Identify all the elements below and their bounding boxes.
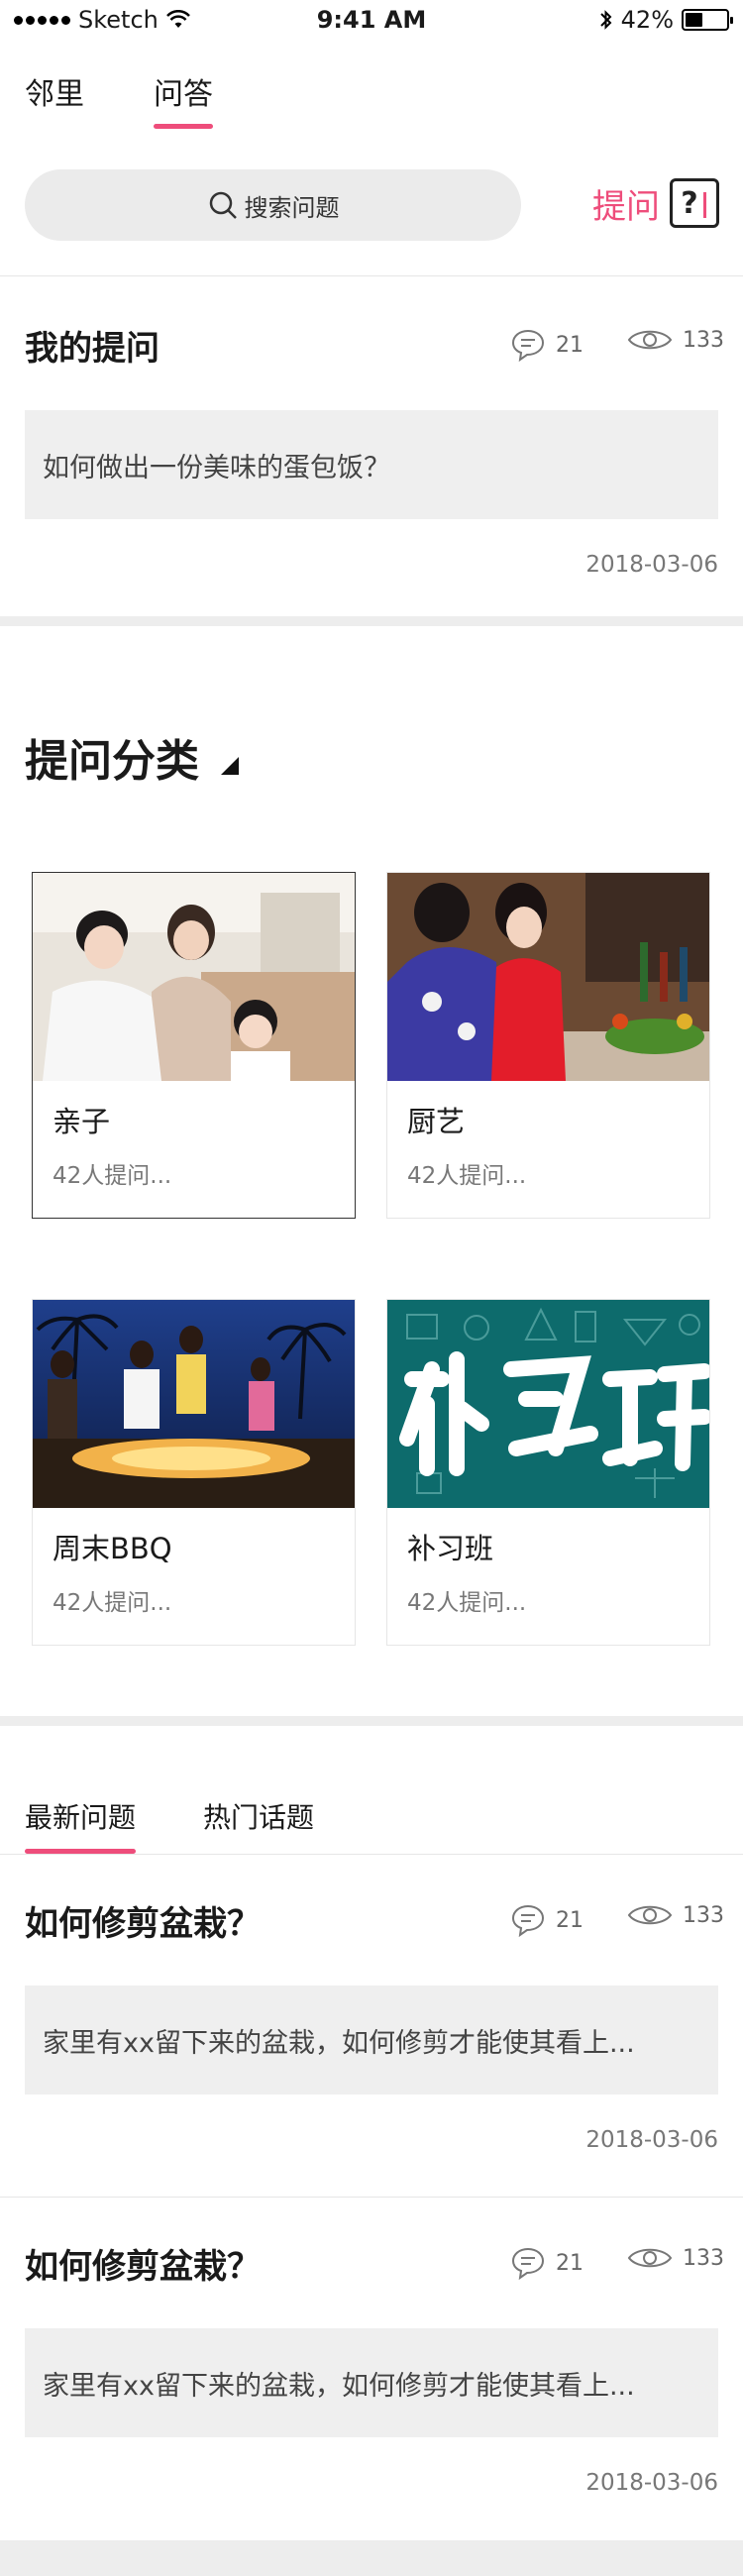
my-question-card[interactable]: 我的提问 21 133 如何做出一份美味的蛋包饭？ 2018-03-06	[0, 279, 743, 616]
question-content: 如何做出一份美味的蛋包饭？	[25, 410, 718, 519]
view-count: 133	[627, 327, 724, 353]
question-title: 如何修剪盆栽？	[25, 2247, 261, 2287]
cooking-photo	[387, 873, 709, 1081]
category-card-cooking[interactable]: 厨艺 42人提问...	[386, 872, 710, 1219]
search-icon	[209, 191, 237, 219]
battery-icon	[682, 9, 733, 31]
tab-hot-topics[interactable]: 热门话题	[203, 1796, 314, 1854]
view-count-value: 133	[683, 2245, 724, 2271]
question-card[interactable]: 如何修剪盆栽？ 21 133 家里有xx留下来的盆栽，如何修剪才能使其看上...…	[0, 2198, 743, 2534]
status-right: 42%	[599, 6, 733, 34]
status-bar: Sketch 9:41 AM 42%	[0, 0, 743, 40]
comment-icon	[511, 329, 545, 363]
comment-icon	[511, 1904, 545, 1938]
eye-icon	[627, 2248, 673, 2268]
battery-fill	[686, 13, 702, 27]
wifi-icon	[165, 10, 190, 28]
category-card-tutoring[interactable]: 补习班 42人提问...	[386, 1299, 710, 1646]
comment-count-value: 21	[556, 332, 584, 358]
question-content: 家里有xx留下来的盆栽，如何修剪才能使其看上...	[25, 1986, 718, 2094]
status-left: Sketch	[14, 6, 190, 34]
category-card-bbq[interactable]: 周末BBQ 42人提问...	[32, 1299, 356, 1646]
eye-icon	[627, 1905, 673, 1925]
question-title: 如何修剪盆栽？	[25, 1904, 261, 1944]
ask-button-label: 提问	[592, 186, 660, 227]
comment-count[interactable]: 21	[510, 2245, 584, 2281]
view-count-value: 133	[683, 1902, 724, 1928]
divider	[0, 275, 743, 276]
view-count: 133	[627, 1902, 724, 1928]
category-count: 42人提问...	[53, 1163, 172, 1189]
corner-triangle-icon	[221, 757, 239, 775]
category-name: 厨艺	[407, 1105, 466, 1138]
question-card[interactable]: 如何修剪盆栽？ 21 133 家里有xx留下来的盆栽，如何修剪才能使其看上...…	[0, 1855, 743, 2192]
question-date: 2018-03-06	[585, 2470, 718, 2496]
question-content: 家里有xx留下来的盆栽，如何修剪才能使其看上...	[25, 2328, 718, 2437]
category-count: 42人提问...	[407, 1590, 527, 1616]
bottom-band	[0, 2540, 743, 2576]
question-date: 2018-03-06	[585, 552, 718, 578]
category-count: 42人提问...	[407, 1163, 527, 1189]
comment-count[interactable]: 21	[510, 1902, 584, 1938]
category-name: 亲子	[53, 1105, 111, 1138]
search-placeholder: 搜索问题	[244, 193, 340, 222]
category-card-parenting[interactable]: 亲子 42人提问...	[32, 872, 356, 1219]
tab-qa[interactable]: 问答	[154, 69, 213, 129]
comment-count-value: 21	[556, 1907, 584, 1933]
section-divider	[0, 616, 743, 626]
carrier-label: Sketch	[78, 6, 159, 34]
comment-icon	[511, 2247, 545, 2281]
categories-title-text: 提问分类	[25, 736, 199, 787]
signal-dots-icon	[14, 15, 70, 25]
question-date: 2018-03-06	[585, 2127, 718, 2153]
category-name: 补习班	[407, 1532, 494, 1565]
ask-button[interactable]: 提问 ?	[592, 178, 719, 228]
view-count: 133	[627, 2245, 724, 2271]
comment-count-value: 21	[556, 2250, 584, 2276]
view-count-value: 133	[683, 327, 724, 353]
comment-count[interactable]: 21	[510, 327, 584, 363]
my-question-title: 我的提问	[25, 329, 159, 369]
question-box-icon: ?	[670, 178, 719, 228]
top-tabs: 邻里 问答	[25, 69, 213, 129]
tab-latest-questions[interactable]: 最新问题	[25, 1796, 137, 1854]
search-input[interactable]: 搜索问题	[25, 169, 521, 241]
categories-section-title: 提问分类	[25, 725, 239, 789]
category-name: 周末BBQ	[53, 1532, 172, 1565]
tab-neighborhood[interactable]: 邻里	[25, 69, 84, 129]
bbq-photo	[33, 1300, 355, 1508]
eye-icon	[627, 330, 673, 350]
category-count: 42人提问...	[53, 1590, 172, 1616]
battery-percent: 42%	[620, 6, 674, 34]
family-photo	[33, 873, 355, 1081]
section-divider	[0, 1716, 743, 1726]
question-list-tabs: 最新问题 热门话题	[25, 1796, 314, 1854]
tutoring-photo	[387, 1300, 709, 1508]
bluetooth-icon	[599, 10, 612, 30]
